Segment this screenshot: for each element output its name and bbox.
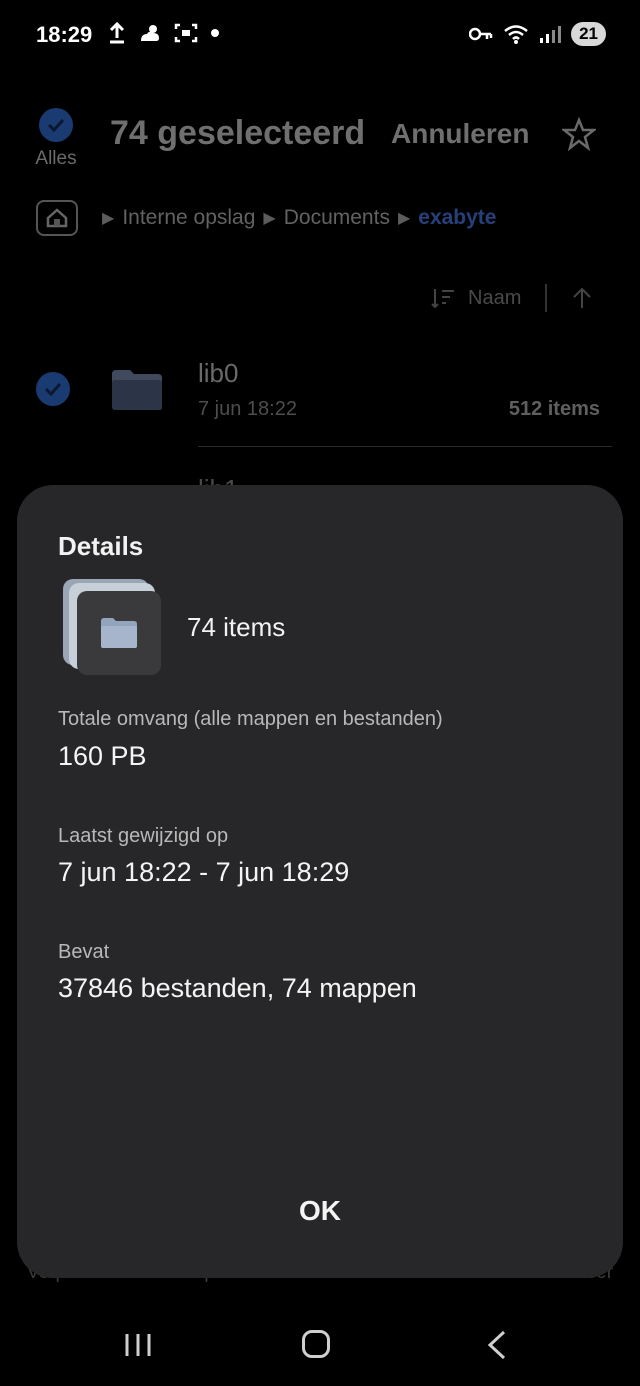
vpn-key-icon xyxy=(469,27,493,41)
breadcrumb-item-internal-storage[interactable]: Interne opslag xyxy=(122,206,255,230)
status-icons-right: 21 xyxy=(469,22,606,46)
status-bar: 18:29 21 xyxy=(0,0,640,70)
total-size-value: 160 PB xyxy=(58,741,147,771)
screenshot-icon xyxy=(174,23,198,43)
recent-apps-icon[interactable] xyxy=(124,1332,152,1358)
folder-icon xyxy=(101,618,137,648)
status-time: 18:29 xyxy=(36,22,93,47)
sort-row: Naam xyxy=(430,284,593,312)
select-all-checkbox[interactable]: Alles xyxy=(34,108,78,170)
upload-icon xyxy=(109,22,125,44)
item-date: 7 jun 18:22 xyxy=(198,398,297,420)
weather-icon xyxy=(141,25,159,41)
breadcrumb-item-documents[interactable]: Documents xyxy=(284,206,390,230)
back-icon[interactable] xyxy=(486,1330,508,1360)
breadcrumb-item-exabyte[interactable]: exabyte xyxy=(418,206,496,230)
select-all-check-icon xyxy=(39,108,73,142)
total-size-label: Totale omvang (alle mappen en bestanden) xyxy=(58,708,443,730)
notification-dot-icon xyxy=(211,29,219,37)
item-count: 512 items xyxy=(508,398,600,420)
last-modified-value: 7 jun 18:22 - 7 jun 18:29 xyxy=(58,857,350,887)
star-icon[interactable] xyxy=(562,117,596,151)
selected-items-count: 74 items xyxy=(187,612,286,642)
page-title: 74 geselecteerd xyxy=(110,114,366,152)
status-icons-left xyxy=(108,22,220,44)
contains-label: Bevat xyxy=(58,941,110,963)
contains-value: 37846 bestanden, 74 mappen xyxy=(58,973,417,1003)
signal-icon xyxy=(540,26,562,43)
navigation-bar xyxy=(0,1310,640,1386)
list-item[interactable]: lib0 7 jun 18:22 512 items xyxy=(36,358,614,448)
cancel-button[interactable]: Annuleren xyxy=(391,118,529,150)
breadcrumb: ▶ Interne opslag ▶ Documents ▶ exabyte xyxy=(36,200,496,236)
list-divider xyxy=(198,446,612,447)
sort-icon[interactable] xyxy=(430,286,456,310)
dialog-title: Details xyxy=(58,531,144,561)
breadcrumb-arrow-icon: ▶ xyxy=(102,210,115,227)
wifi-icon xyxy=(504,25,528,44)
home-nav-button[interactable] xyxy=(302,1330,330,1358)
sort-direction-up-icon[interactable] xyxy=(571,286,593,310)
home-button[interactable] xyxy=(36,200,78,236)
folder-icon xyxy=(112,370,162,410)
breadcrumb-arrow-icon: ▶ xyxy=(397,210,411,227)
sort-divider xyxy=(545,284,548,312)
sort-label[interactable]: Naam xyxy=(468,287,521,310)
last-modified-label: Laatst gewijzigd op xyxy=(58,825,229,847)
battery-badge: 21 xyxy=(571,22,606,46)
item-name: lib0 xyxy=(198,358,239,388)
select-all-label: Alles xyxy=(35,148,77,169)
home-icon xyxy=(46,208,68,228)
folder-stack-icon xyxy=(59,577,163,677)
breadcrumb-arrow-icon: ▶ xyxy=(263,210,276,227)
ok-button[interactable]: OK xyxy=(270,1195,370,1227)
item-check-icon[interactable] xyxy=(36,372,70,406)
details-dialog: Details 74 items Totale omvang (alle map… xyxy=(17,485,623,1278)
